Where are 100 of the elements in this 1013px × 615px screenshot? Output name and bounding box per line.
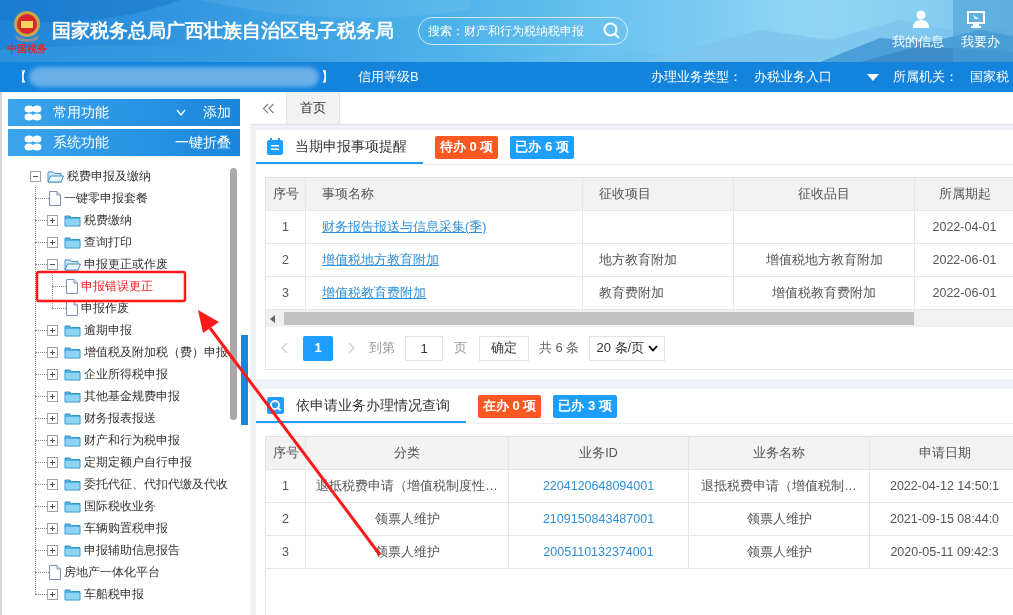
emblem-icon <box>12 8 42 43</box>
field-label: 所属机关： <box>893 68 958 87</box>
search-field[interactable]: 搜索：财产和行为税纳税申报 <box>418 17 628 45</box>
section-title[interactable]: 依申请业务办理情况查询 <box>296 394 450 416</box>
collapse-toggle-icon[interactable] <box>30 170 41 182</box>
document-icon <box>49 190 61 206</box>
folder-icon <box>64 213 81 227</box>
tree-item[interactable]: 逾期申报 <box>84 321 132 339</box>
total-count: 共 6 条 <box>539 339 580 358</box>
calendar-icon <box>267 137 283 155</box>
pager-label: 页 <box>454 339 467 358</box>
folder-icon <box>64 543 81 557</box>
link[interactable]: 2109150843487001 <box>542 509 655 529</box>
chevron-down-icon <box>648 344 659 352</box>
bracket: 】 <box>321 68 334 87</box>
document-icon <box>66 278 78 294</box>
expand-toggle-icon[interactable] <box>47 214 58 226</box>
column-header: 分类 <box>394 444 420 462</box>
tab[interactable]: 首页 <box>287 92 340 124</box>
tree-item[interactable]: 其他基金规费申报 <box>84 387 180 405</box>
table-cell-text: 领票人维护 <box>746 510 812 528</box>
table-cell-text: 2020-05-11 09:42:3 <box>890 543 999 561</box>
link[interactable]: 2005110132374001 <box>543 542 654 562</box>
logo-caption: 中国税务 <box>7 42 47 54</box>
user-icon <box>913 10 929 29</box>
expand-toggle-icon[interactable] <box>47 390 58 402</box>
folder-icon <box>64 499 81 513</box>
link[interactable]: 财务报告报送与信息采集(季) <box>322 217 487 237</box>
tree-item[interactable]: 委托代征、代扣代缴及代收 <box>84 475 228 493</box>
page-size-select[interactable]: 20 条/页 <box>589 335 666 361</box>
column-header: 业务ID <box>579 444 618 462</box>
expand-toggle-icon[interactable] <box>47 346 58 358</box>
panel-header[interactable]: 系统功能 一键折叠 <box>8 129 240 156</box>
tree-item[interactable]: 财产和行为税申报 <box>84 431 180 449</box>
tree-item[interactable]: 企业所得税申报 <box>84 365 168 383</box>
bracket: 【 <box>14 68 27 87</box>
table-cell-text: 增值税地方教育附加 <box>765 251 883 269</box>
tree-item[interactable]: 国际税收业务 <box>84 497 156 515</box>
site-title: 国家税务总局广西壮族自治区电子税务局 <box>52 18 394 43</box>
expand-toggle-icon[interactable] <box>47 368 58 380</box>
page-input[interactable]: 1 <box>405 335 443 361</box>
expand-toggle-icon[interactable] <box>47 412 58 424</box>
tree-item[interactable]: 申报辅助信息报告 <box>84 541 180 559</box>
tree-item[interactable]: 定期定额户自行申报 <box>84 453 192 471</box>
tree-item[interactable]: 一键零申报套餐 <box>64 189 148 207</box>
document-icon <box>66 300 78 316</box>
chevron-down-icon <box>176 109 186 116</box>
business-type-dropdown[interactable]: 办税业务入口 <box>754 67 879 87</box>
column-header: 征收品目 <box>798 185 850 203</box>
tree-item[interactable]: 申报作废 <box>81 299 129 317</box>
tree-item[interactable]: 申报错误更正 <box>81 277 153 295</box>
tree-item[interactable]: 房地产一体化平台 <box>64 563 160 581</box>
table-cell-text: 1 <box>282 477 289 495</box>
expand-toggle-icon[interactable] <box>47 434 58 446</box>
expand-toggle-icon[interactable] <box>47 588 58 600</box>
expand-toggle-icon[interactable] <box>47 456 58 468</box>
folder-icon <box>64 477 81 491</box>
monitor-icon <box>967 10 985 28</box>
scrollbar-thumb[interactable] <box>230 168 237 420</box>
expand-toggle-icon[interactable] <box>47 522 58 534</box>
scrollbar-thumb[interactable] <box>284 312 914 325</box>
tree-item[interactable]: 财务报表报送 <box>84 409 156 427</box>
tree-item[interactable]: 车辆购置税申报 <box>84 519 168 537</box>
table-cell-text: 3 <box>282 543 289 561</box>
link[interactable]: 2204120648094001 <box>542 476 655 496</box>
link[interactable]: 增值税教育费附加 <box>322 283 426 303</box>
tree-item[interactable]: 税费申报及缴纳 <box>67 167 151 185</box>
link[interactable]: 增值税地方教育附加 <box>322 250 439 270</box>
authority-value: 国家税 <box>970 68 1010 87</box>
confirm-button[interactable]: 确定 <box>479 335 529 361</box>
credit-rating: 信用等级B <box>358 68 419 87</box>
expand-toggle-icon[interactable] <box>47 544 58 556</box>
grid-icon <box>24 104 42 121</box>
tree-item[interactable]: 查询打印 <box>84 233 132 251</box>
sidebar-collapse-handle[interactable] <box>241 335 248 425</box>
expand-toggle-icon[interactable] <box>47 324 58 336</box>
table-cell-text: 2022-06-01 <box>932 284 997 302</box>
column-header: 序号 <box>272 185 299 203</box>
folder-icon <box>64 345 81 359</box>
table-cell-text: 领票人维护 <box>746 543 812 561</box>
tree-item[interactable]: 车船税申报 <box>84 585 144 603</box>
section-title[interactable]: 当期申报事项提醒 <box>295 135 407 157</box>
expand-toggle-icon[interactable] <box>47 500 58 512</box>
collapse-toggle-icon[interactable] <box>47 258 58 270</box>
table-cell-text: 教育费附加 <box>599 284 664 302</box>
expand-toggle-icon[interactable] <box>47 478 58 490</box>
tree-item[interactable]: 申报更正或作废 <box>84 255 168 273</box>
folder-icon <box>64 411 81 425</box>
table-cell-text: 2022-04-01 <box>932 218 997 236</box>
expand-toggle-icon[interactable] <box>47 236 58 248</box>
column-header: 序号 <box>272 444 299 462</box>
column-header: 业务名称 <box>753 444 805 462</box>
table-cell-text: 地方教育附加 <box>599 251 677 269</box>
table-cell-text: 2021-09-15 08:44:0 <box>889 510 1000 528</box>
column-header: 所属期起 <box>938 185 991 203</box>
scroll-left-icon[interactable] <box>270 314 276 323</box>
tree-item[interactable]: 税费缴纳 <box>84 211 132 229</box>
table-cell-text: 3 <box>282 284 289 302</box>
column-header: 事项名称 <box>322 185 374 203</box>
panel-header[interactable]: 常用功能 添加 <box>8 99 240 126</box>
